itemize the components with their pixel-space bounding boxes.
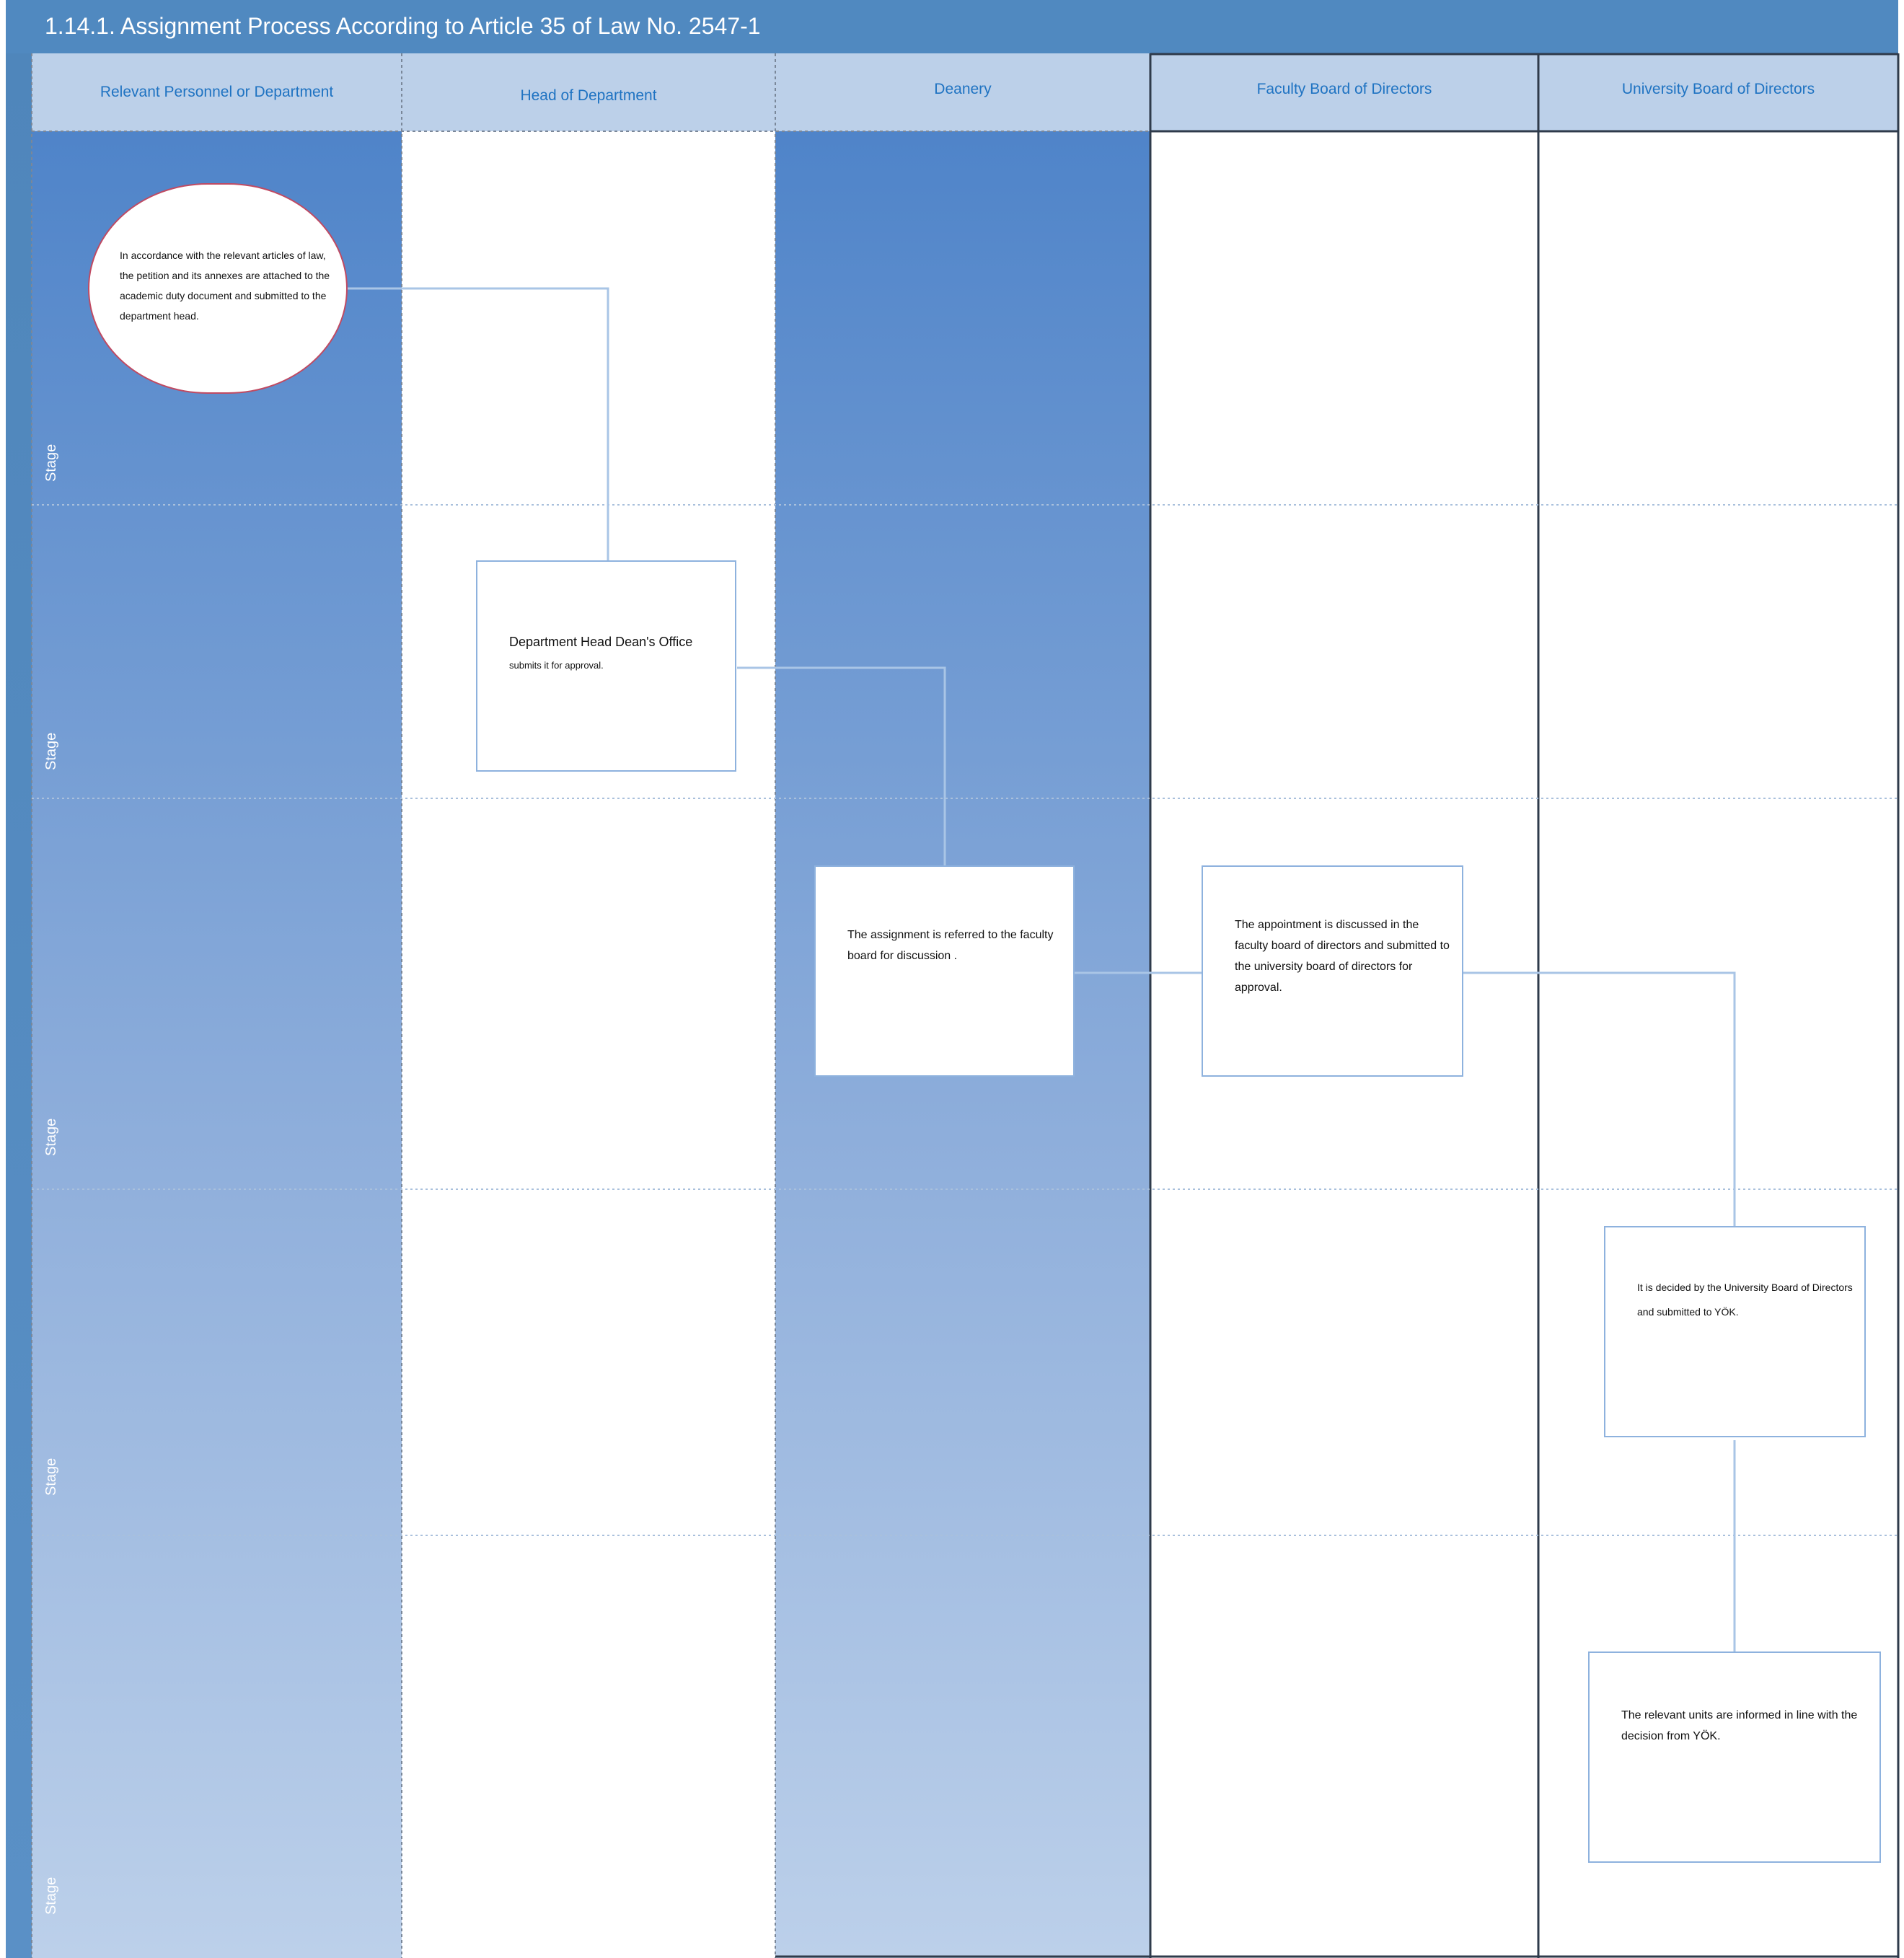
- university-board-box: It is decided by the University Board of…: [1604, 1226, 1866, 1437]
- faculty-board-box: The appointment is discussed in the facu…: [1202, 865, 1463, 1077]
- deanery-text: The assignment is referred to the facult…: [847, 929, 1054, 962]
- stage-label-3: Stage: [43, 1119, 60, 1156]
- faculty-board-text: The appointment is discussed in the facu…: [1235, 919, 1450, 994]
- stage-label-text: Stage: [43, 732, 59, 770]
- stage-label-text: Stage: [43, 1458, 59, 1496]
- stage-label-2: Stage: [43, 733, 60, 770]
- start-node-text: In accordance with the relevant articles…: [120, 250, 330, 322]
- department-head-text: submits it for approval.: [509, 660, 604, 671]
- inform-units-text: The relevant units are informed in line …: [1621, 1709, 1858, 1742]
- stage-label-text: Stage: [43, 1118, 59, 1156]
- stage-label-1: Stage: [43, 444, 60, 482]
- stage-label-4: Stage: [43, 1458, 60, 1496]
- inform-units-box: The relevant units are informed in line …: [1588, 1651, 1881, 1863]
- stage-label-text: Stage: [43, 1877, 59, 1915]
- deanery-box: The assignment is referred to the facult…: [814, 865, 1075, 1077]
- university-board-text: It is decided by the University Board of…: [1637, 1282, 1853, 1318]
- stage-label-5: Stage: [43, 1877, 60, 1915]
- department-head-box: Department Head Dean's Office submits it…: [476, 560, 736, 772]
- department-head-title: Department Head Dean's Office: [509, 635, 693, 649]
- start-node: In accordance with the relevant articles…: [88, 183, 348, 394]
- stage-label-text: Stage: [43, 444, 59, 482]
